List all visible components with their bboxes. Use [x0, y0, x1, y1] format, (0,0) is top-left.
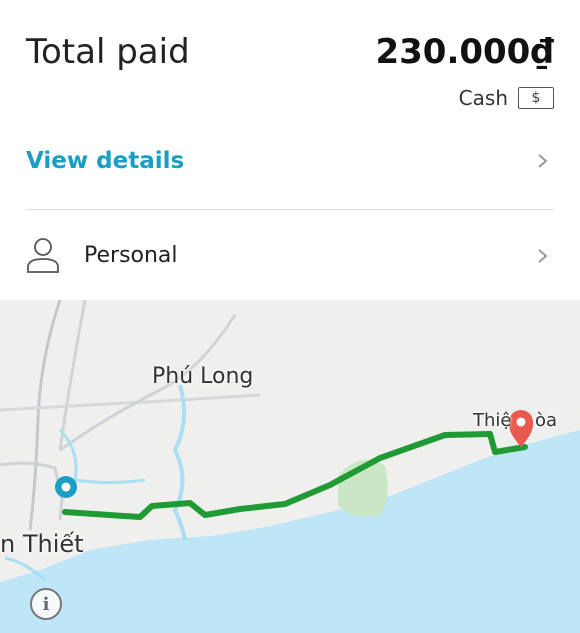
profile-label: Personal: [84, 243, 178, 268]
view-details-label: View details: [26, 148, 185, 174]
chevron-right-icon: [538, 249, 548, 263]
trip-route-map[interactable]: Phú Long n Thiết Thiệ òa i: [0, 300, 580, 633]
map-label-thien-hoa-left: Thiệ: [473, 410, 512, 431]
total-paid-amount: 230.000₫: [375, 32, 554, 72]
map-canvas: [0, 300, 580, 633]
map-label-thien-hoa-right: òa: [535, 410, 558, 431]
info-icon[interactable]: i: [30, 588, 62, 620]
payment-method: Cash $: [459, 86, 554, 110]
total-paid-label: Total paid: [26, 32, 190, 72]
divider: [26, 209, 554, 210]
origin-pin-icon[interactable]: [55, 476, 77, 498]
map-label-phu-long: Phú Long: [152, 364, 254, 389]
map-label-phan-thiet: n Thiết: [0, 530, 84, 558]
view-details-button[interactable]: View details: [0, 130, 580, 192]
payment-method-label: Cash: [458, 86, 508, 110]
person-icon: [27, 238, 59, 273]
profile-selector[interactable]: Personal: [0, 226, 580, 286]
trip-receipt-panel: Total paid 230.000₫ Cash $ View details …: [0, 0, 580, 300]
cash-icon: $: [518, 87, 554, 109]
chevron-right-icon: [538, 154, 548, 168]
